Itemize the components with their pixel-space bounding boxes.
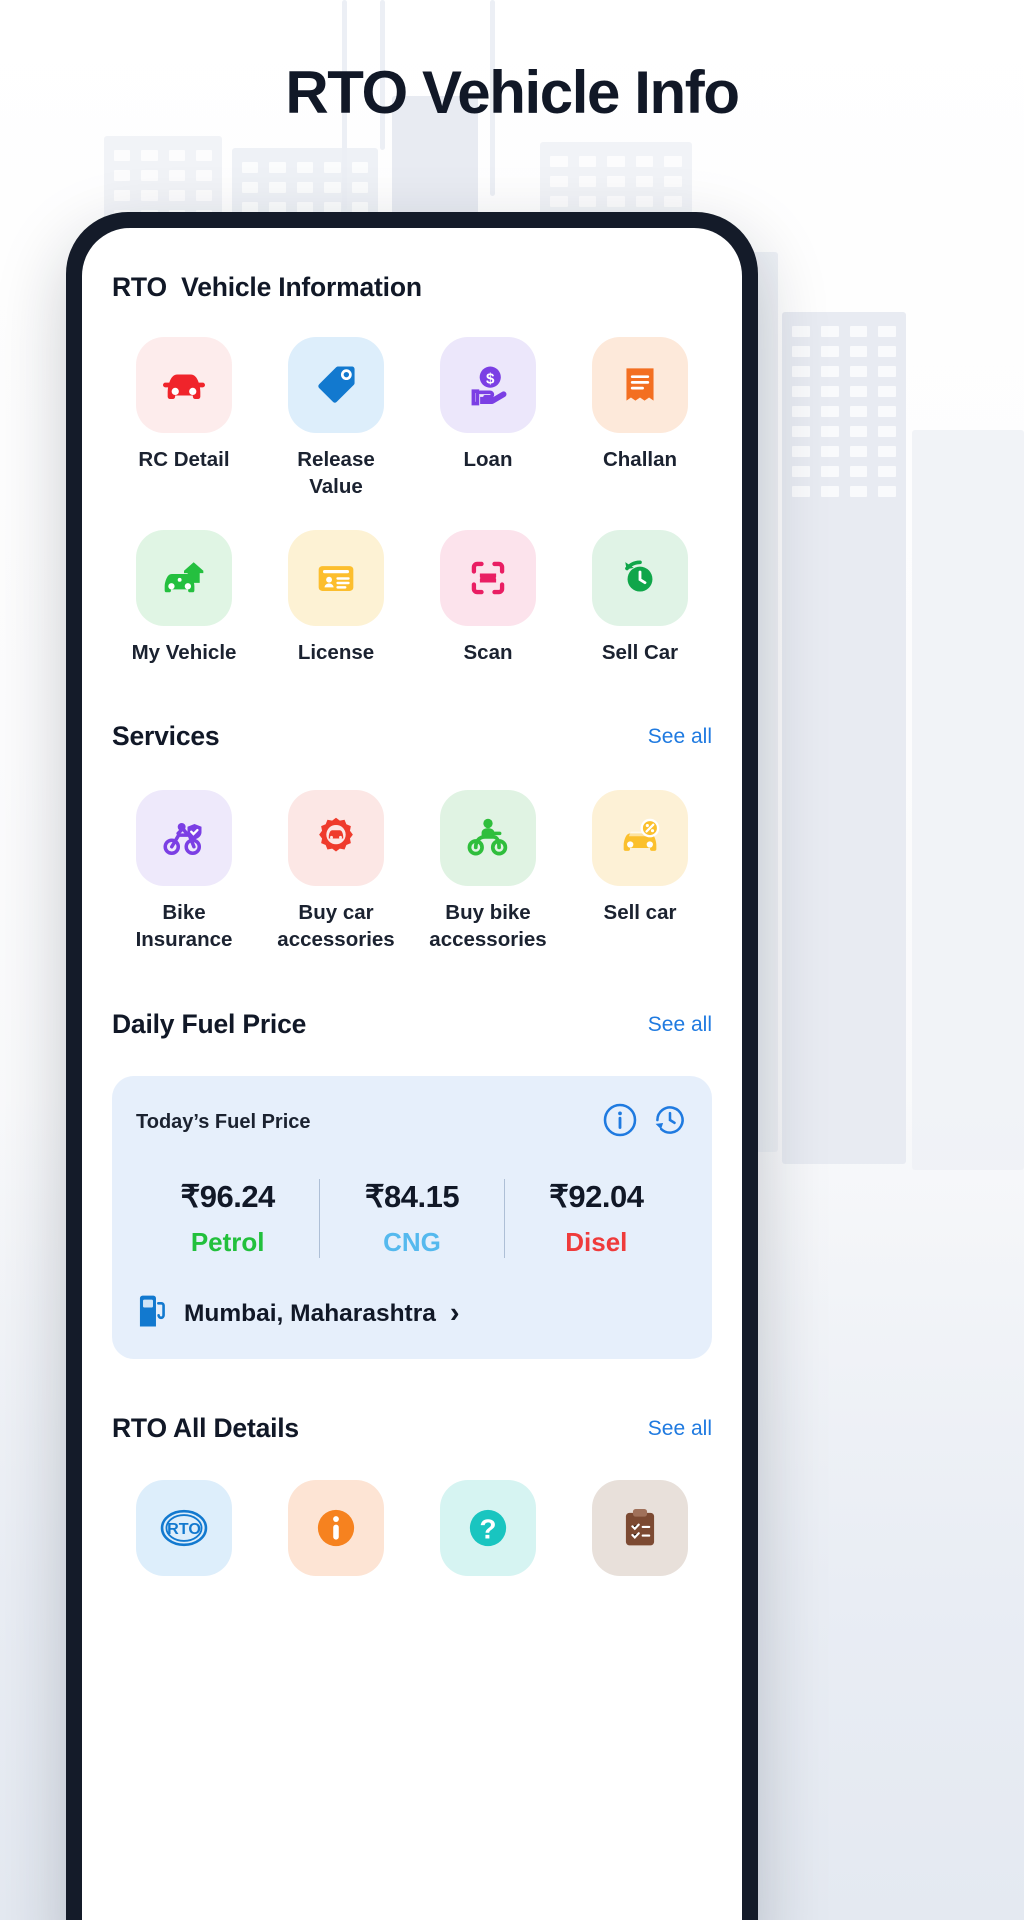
tile-rto-info[interactable] (264, 1480, 408, 1589)
fuel-col-cng: ₹84.15 CNG (319, 1179, 503, 1259)
car-home-icon (136, 530, 232, 627)
tile-rto-badge[interactable]: RTO (112, 1480, 256, 1589)
rto-details-header: RTO All Details See all (112, 1413, 712, 1444)
tile-challan[interactable]: Challan (568, 337, 712, 500)
fuel-price-card: Today’s Fuel Price ₹96.24 Petrol ₹84.15 (112, 1076, 712, 1360)
tile-release-value[interactable]: Release Value (264, 337, 408, 500)
services-see-all-link[interactable]: See all (648, 725, 712, 749)
vehicle-info-heading: RTO Vehicle Information (112, 272, 422, 302)
tile-label: My Vehicle (131, 641, 237, 665)
tile-label: Sell Car (601, 641, 679, 665)
tile-label: License (297, 641, 375, 665)
svg-text:?: ? (480, 1514, 497, 1545)
fuel-location-selector[interactable]: Mumbai, Maharashtra › (136, 1292, 688, 1335)
tile-loan[interactable]: $ Loan (416, 337, 560, 500)
fuel-price-label: Disel (565, 1227, 628, 1258)
clipboard-icon (592, 1480, 688, 1577)
tile-label: Scan (463, 641, 513, 665)
tile-label: Release Value (297, 448, 375, 499)
fuel-pump-icon (136, 1292, 170, 1335)
history-clock-icon[interactable] (652, 1102, 688, 1143)
phone-screen: RTO Vehicle Information RC Detail Releas… (82, 228, 742, 1920)
hand-money-icon: $ (440, 337, 536, 433)
fuel-card-actions (602, 1102, 688, 1143)
tile-label: Challan (602, 448, 678, 471)
svg-text:$: $ (486, 370, 495, 387)
scan-frame-icon (440, 530, 536, 627)
tile-rto-clipboard[interactable] (568, 1480, 712, 1589)
question-mark-icon: ? (440, 1480, 536, 1577)
fuel-location-text: Mumbai, Maharashtra (184, 1299, 436, 1327)
building (782, 312, 906, 1164)
tile-my-vehicle[interactable]: My Vehicle (112, 530, 256, 666)
rto-details-see-all-link[interactable]: See all (648, 1417, 712, 1441)
tile-label: Buy bike accessories (429, 901, 547, 952)
tile-label: RC Detail (138, 448, 230, 471)
fuel-price-label: Petrol (190, 1227, 265, 1258)
rto-details-grid: RTO ? (112, 1480, 712, 1589)
tile-label: Buy car accessories (277, 901, 395, 952)
fuel-see-all-link[interactable]: See all (648, 1013, 712, 1037)
info-filled-icon (288, 1480, 384, 1577)
tile-license[interactable]: License (264, 530, 408, 666)
tile-sell-car-service[interactable]: Sell car (568, 790, 712, 953)
tile-rto-help[interactable]: ? (416, 1480, 560, 1589)
bike-shield-icon (136, 790, 232, 887)
fuel-header: Daily Fuel Price See all (112, 1009, 712, 1040)
services-grid: Bike Insurance Buy car accessories Buy b… (112, 790, 712, 953)
rto-details-heading: RTO All Details (112, 1413, 299, 1444)
tile-label: Loan (463, 448, 513, 471)
fuel-col-petrol: ₹96.24 Petrol (136, 1179, 319, 1258)
chevron-right-icon: › (449, 1297, 460, 1330)
fuel-price-label: CNG (383, 1227, 441, 1258)
tile-label: Bike Insurance (135, 901, 233, 952)
fuel-card-header: Today’s Fuel Price (136, 1102, 688, 1143)
receipt-icon (592, 337, 688, 433)
fuel-card-title: Today’s Fuel Price (136, 1111, 311, 1134)
fuel-col-diesel: ₹92.04 Disel (503, 1179, 688, 1259)
tile-buy-bike-accessories[interactable]: Buy bike accessories (416, 790, 560, 953)
page-title: RTO Vehicle Info (285, 59, 740, 126)
fuel-price-value: ₹96.24 (180, 1179, 276, 1215)
fuel-price-value: ₹92.04 (549, 1179, 644, 1215)
services-header: Services See all (112, 721, 712, 752)
vehicle-info-grid-2: My Vehicle License Scan Sell Car (112, 530, 712, 666)
price-tag-icon (288, 337, 384, 433)
car-discount-icon (592, 790, 688, 887)
tile-bike-insurance[interactable]: Bike Insurance (112, 790, 256, 953)
scooter-icon (440, 790, 536, 887)
services-heading: Services (112, 721, 220, 752)
tile-label: Sell car (603, 901, 677, 925)
rto-badge-icon: RTO (136, 1480, 232, 1577)
id-card-icon (288, 530, 384, 627)
tile-buy-car-accessories[interactable]: Buy car accessories (264, 790, 408, 953)
tile-sell-car[interactable]: Sell Car (568, 530, 712, 666)
fuel-heading: Daily Fuel Price (112, 1009, 307, 1040)
tile-scan[interactable]: Scan (416, 530, 560, 666)
car-front-icon (136, 337, 232, 433)
fuel-price-row: ₹96.24 Petrol ₹84.15 CNG ₹92.04 Disel (136, 1179, 688, 1259)
clock-refresh-icon (592, 530, 688, 627)
tile-rc-detail[interactable]: RC Detail (112, 337, 256, 500)
car-gear-icon (288, 790, 384, 887)
info-circle-icon[interactable] (602, 1102, 638, 1143)
phone-mockup: RTO Vehicle Information RC Detail Releas… (66, 212, 758, 1920)
building (912, 430, 1024, 1170)
svg-text:RTO: RTO (167, 1520, 201, 1538)
vehicle-info-grid: RC Detail Release Value $ Loan Challan (112, 337, 712, 500)
fuel-price-value: ₹84.15 (364, 1179, 460, 1215)
